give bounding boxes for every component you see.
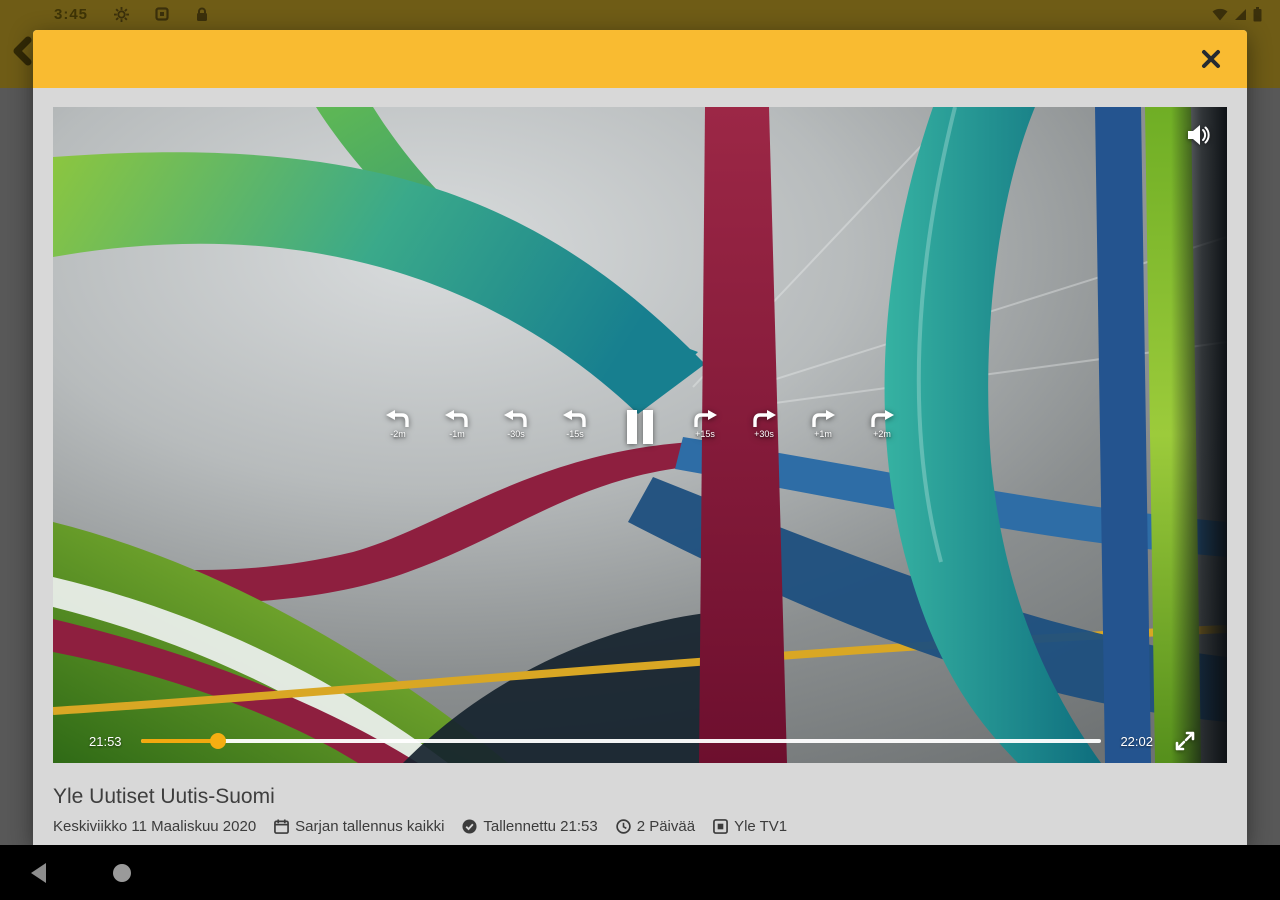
lock-icon [195, 7, 209, 22]
pause-button[interactable] [627, 410, 653, 444]
volume-icon[interactable] [1185, 123, 1211, 147]
home-circle-icon [113, 863, 131, 882]
back-triangle-icon [31, 862, 46, 883]
progress-bar[interactable] [141, 733, 1101, 749]
player-controls: -2m -1m -30s -15s +15s +30s +1m +2m [53, 410, 1227, 444]
channel-label: Yle TV1 [734, 818, 788, 836]
recorded-label: Tallennettu 21:53 [483, 818, 598, 836]
screen: 3:45 -2m -1m -30s -15s +15s +30s +1m +2m… [0, 0, 1280, 900]
nav-back-button[interactable] [30, 862, 48, 883]
calendar-icon [274, 819, 290, 835]
forward-30s-label: +30s [754, 429, 774, 439]
forward-arrow-icon [753, 410, 776, 427]
rewind-arrow-icon [563, 410, 586, 427]
expand-arrows-icon [1175, 731, 1195, 751]
seek-row: 21:53 22:02 [53, 729, 1227, 753]
clock-icon [615, 819, 631, 834]
status-bar-right [1212, 6, 1266, 22]
rewind-arrow-icon [445, 410, 468, 427]
nav-home-button[interactable] [112, 863, 132, 883]
status-bar: 3:45 [0, 0, 1280, 28]
rewind-arrow-icon [504, 410, 527, 427]
recording-title: Yle Uutiset Uutis-Suomi [53, 785, 275, 808]
recording-meta: Keskiviikko 11 Maaliskuu 2020 Sarjan tal… [53, 818, 1227, 835]
forward-arrow-icon [812, 410, 835, 427]
progress-fill [141, 733, 226, 749]
recording-date: Keskiviikko 11 Maaliskuu 2020 [53, 818, 257, 836]
tv-icon [713, 819, 728, 835]
close-button[interactable] [1187, 30, 1235, 88]
forward-15s-button[interactable]: +15s [692, 410, 718, 439]
rewind-1m-label: -1m [449, 429, 465, 439]
rewind-1m-button[interactable]: -1m [444, 410, 470, 439]
wifi-icon [1212, 8, 1228, 21]
current-time-label: 21:53 [89, 733, 122, 749]
forward-15s-label: +15s [695, 429, 715, 439]
forward-2m-label: +2m [873, 429, 891, 439]
forward-1m-button[interactable]: +1m [810, 410, 836, 439]
pause-icon [627, 410, 653, 444]
rewind-2m-label: -2m [390, 429, 406, 439]
battery-icon [1253, 6, 1262, 22]
recording-dialog: -2m -1m -30s -15s +15s +30s +1m +2m 21:5… [33, 30, 1247, 845]
navigation-bar [0, 845, 1280, 900]
forward-30s-button[interactable]: +30s [751, 410, 777, 439]
rewind-30s-label: -30s [507, 429, 525, 439]
video-player[interactable]: -2m -1m -30s -15s +15s +30s +1m +2m 21:5… [53, 107, 1227, 763]
check-circle-icon [462, 819, 477, 834]
end-time-label: 22:02 [1120, 733, 1153, 749]
progress-thumb[interactable] [209, 733, 226, 749]
dialog-header [33, 30, 1247, 88]
recording-details: Yle Uutiset Uutis-Suomi Keskiviikko 11 M… [53, 770, 1227, 835]
forward-arrow-icon [694, 410, 717, 427]
close-x-icon [1202, 50, 1220, 68]
forward-arrow-icon [871, 410, 894, 427]
cellular-signal-icon [1234, 8, 1247, 21]
rewind-arrow-icon [386, 410, 409, 427]
screenshot-icon [155, 7, 169, 21]
recorded-meta: Tallennettu 21:53 [462, 818, 598, 836]
status-bar-left: 3:45 [14, 6, 209, 23]
forward-2m-button[interactable]: +2m [869, 410, 895, 439]
fullscreen-button[interactable] [1173, 729, 1197, 753]
retention-label: 2 Päivää [636, 818, 696, 836]
forward-1m-label: +1m [814, 429, 832, 439]
retention-meta: 2 Päivää [615, 818, 696, 836]
status-time: 3:45 [54, 5, 89, 23]
rewind-15s-button[interactable]: -15s [562, 410, 588, 439]
channel-meta: Yle TV1 [713, 818, 787, 835]
rewind-2m-button[interactable]: -2m [385, 410, 411, 439]
series-label: Sarjan tallennus kaikki [295, 818, 445, 836]
gear-icon [114, 6, 130, 22]
rewind-15s-label: -15s [566, 429, 584, 439]
series-meta: Sarjan tallennus kaikki [274, 818, 444, 835]
rewind-30s-button[interactable]: -30s [503, 410, 529, 439]
